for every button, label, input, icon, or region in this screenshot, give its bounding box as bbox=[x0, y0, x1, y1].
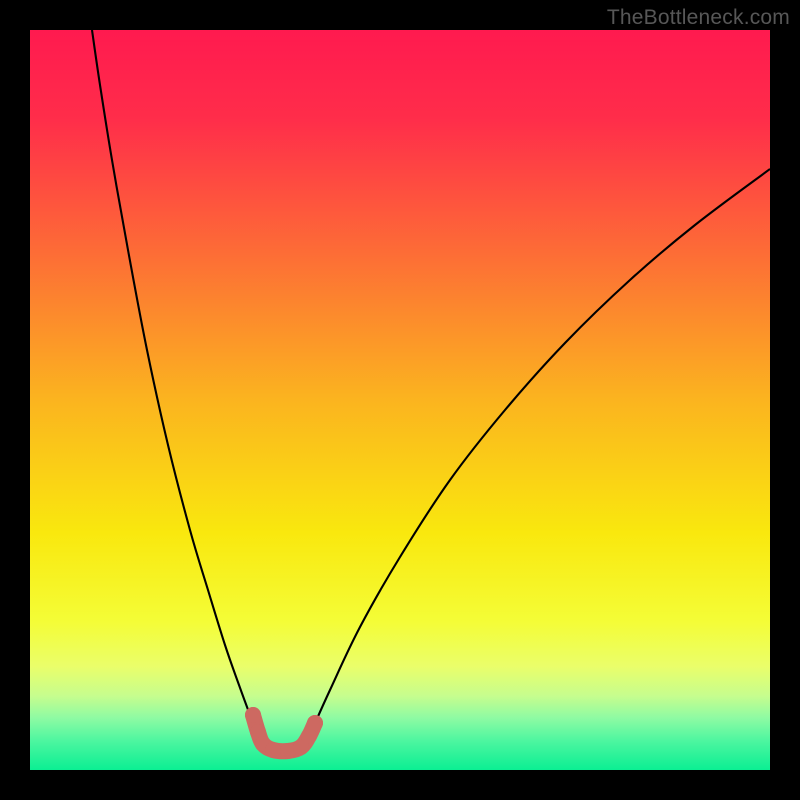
marker-dot-3 bbox=[265, 742, 281, 758]
watermark-text: TheBottleneck.com bbox=[607, 6, 790, 30]
marker-dot-0 bbox=[245, 707, 261, 723]
marker-dot-7 bbox=[307, 715, 323, 731]
chart-frame bbox=[30, 30, 770, 770]
chart-background bbox=[30, 30, 770, 770]
bottleneck-chart bbox=[30, 30, 770, 770]
